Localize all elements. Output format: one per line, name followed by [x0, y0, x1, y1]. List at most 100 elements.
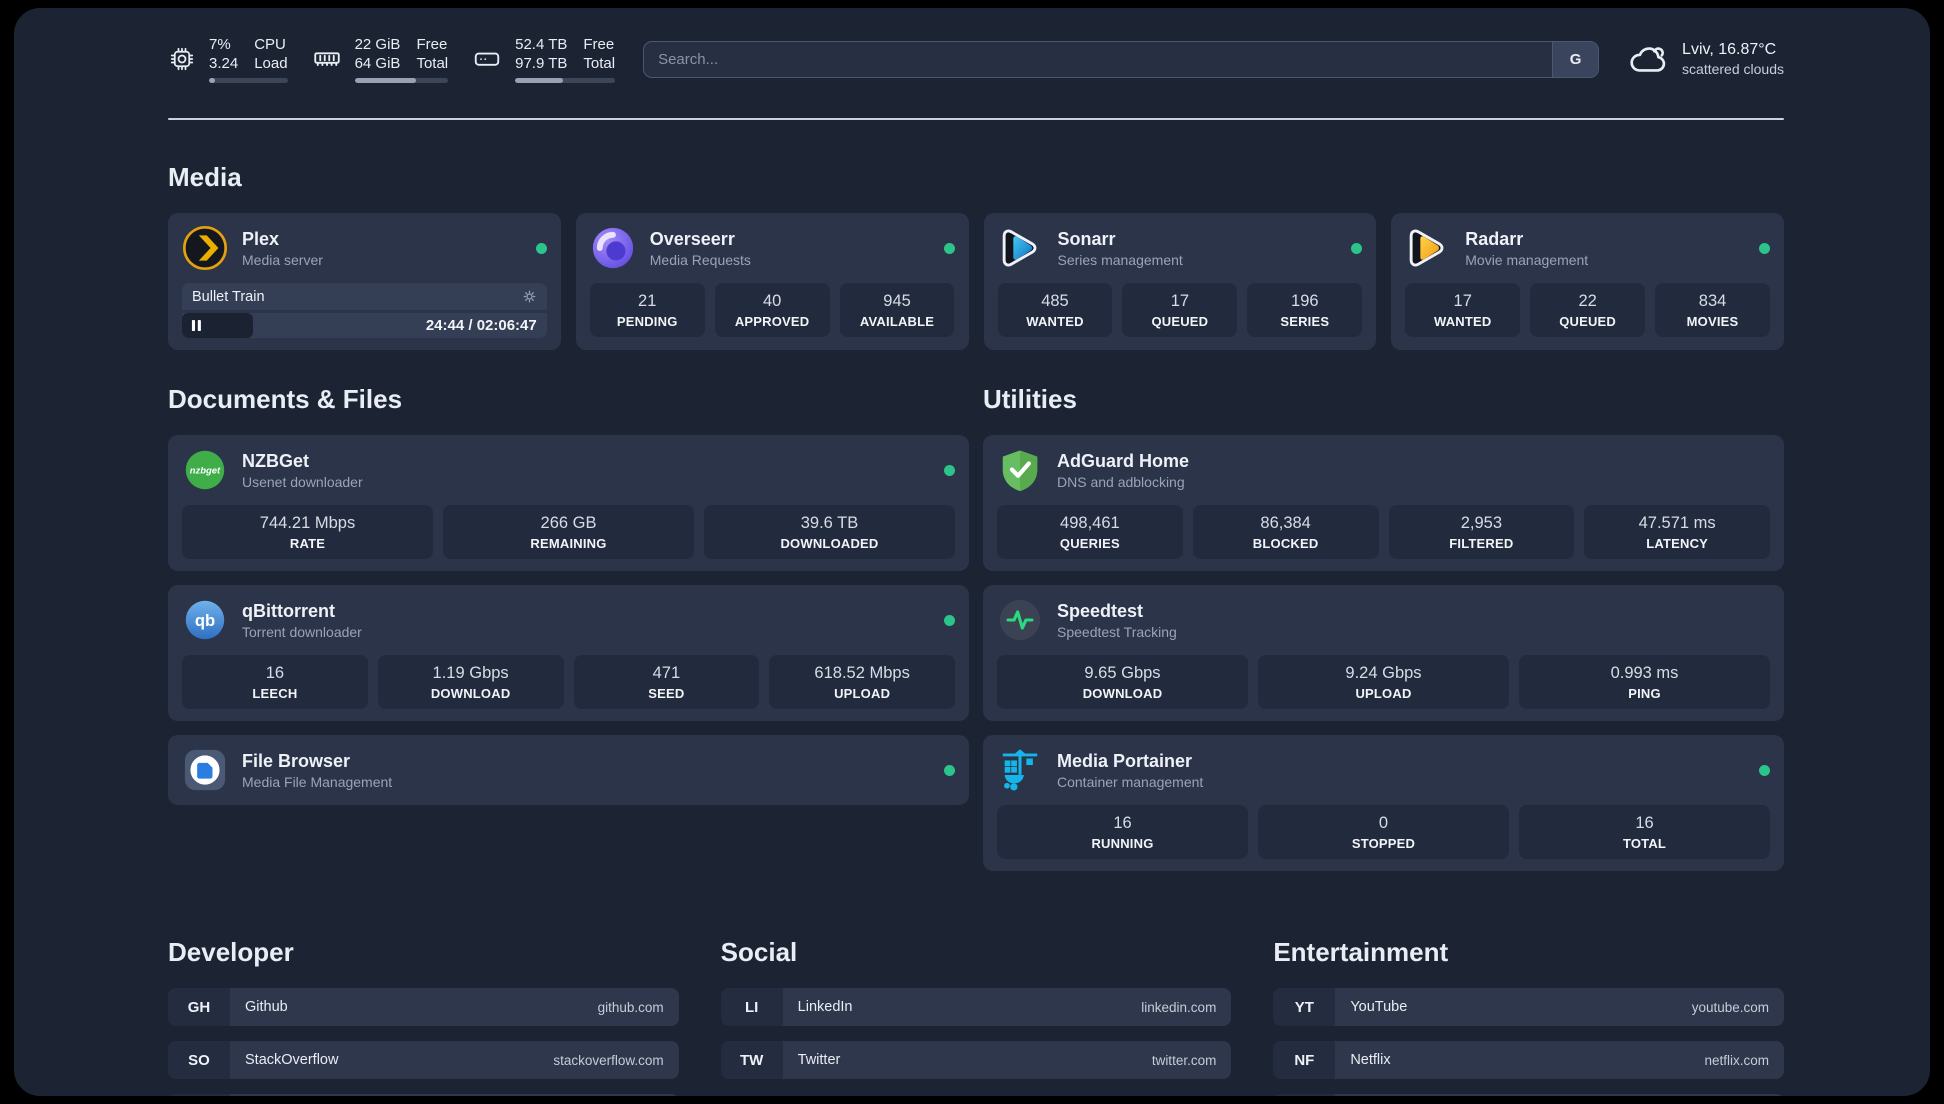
disk-stat: 52.4 TB 97.9 TB Free Total: [472, 35, 616, 83]
nzbget-icon: nzbget: [182, 447, 228, 493]
link-youtube[interactable]: YT YouTube youtube.com: [1273, 988, 1784, 1026]
ram-free-label: Free: [416, 36, 448, 53]
link-abbr: RE: [1273, 1094, 1336, 1096]
stat-box: 266 GB REMAINING: [443, 505, 694, 559]
stat-box: 471 SEED: [573, 655, 760, 709]
now-playing-widget: Bullet Train 24:44 / 02:06:47: [182, 283, 547, 338]
nzbget-card[interactable]: nzbget NZBGet Usenet downloader 744.21 M…: [168, 435, 969, 571]
svg-text:nzbget: nzbget: [190, 465, 221, 476]
ram-free-value: 22 GiB: [354, 36, 401, 53]
link-domain: linkedin.com: [1141, 999, 1217, 1015]
speedtest-card[interactable]: Speedtest Speedtest Tracking 9.65 Gbps DO…: [983, 585, 1784, 721]
screen-frame: 7% 3.24 CPU Load 22 GiB 64 GiB Free Tota…: [0, 0, 1944, 1104]
stat-box: 2,953 FILTERED: [1388, 505, 1575, 559]
link-name: Github: [245, 999, 288, 1015]
weather-widget: Lviv, 16.87°C scattered clouds: [1627, 38, 1784, 80]
app-name: Media Portainer: [1057, 751, 1193, 771]
stat-box: 9.24 Gbps UPLOAD: [1258, 655, 1509, 709]
portainer-icon: [997, 747, 1043, 793]
link-name: Twitter: [797, 1052, 841, 1068]
media-section-title: Media: [168, 162, 242, 192]
cpu-stat: 7% 3.24 CPU Load: [168, 35, 288, 83]
disk-free-label: Free: [583, 36, 615, 53]
stat-box: 86,384 BLOCKED: [1192, 505, 1379, 559]
stat-box: 22 QUEUED: [1530, 283, 1646, 337]
ram-progress-bar: [354, 78, 449, 83]
plex-card[interactable]: Plex Media server Bullet Train 24:44 / 0…: [168, 213, 561, 350]
link-domain: youtube.com: [1691, 999, 1769, 1015]
stat-box: 16 LEECH: [182, 655, 368, 709]
filebrowser-card[interactable]: File Browser Media File Management: [168, 735, 969, 805]
link-abbr: TW: [720, 1041, 783, 1079]
top-bar: 7% 3.24 CPU Load 22 GiB 64 GiB Free Tota…: [168, 34, 1784, 84]
app-name: AdGuard Home: [1057, 451, 1190, 471]
section-entertainment: Entertainment YT YouTube youtube.com NF …: [1273, 937, 1784, 1096]
stat-box: 0.993 ms PING: [1519, 655, 1770, 709]
stat-box: 498,461 QUERIES: [997, 505, 1183, 559]
disk-total-value: 97.9 TB: [515, 55, 568, 72]
link-domain: twitter.com: [1151, 1052, 1217, 1068]
link-name: StackOverflow: [245, 1052, 339, 1068]
system-stats: 7% 3.24 CPU Load 22 GiB 64 GiB Free Tota…: [168, 35, 616, 83]
qbittorrent-card[interactable]: qb qBittorrent Torrent downloader 16 LEEC…: [168, 585, 969, 721]
pause-icon: [191, 319, 202, 332]
link-linkedin[interactable]: LI LinkedIn linkedin.com: [720, 988, 1232, 1026]
sonarr-card[interactable]: Sonarr Series management 485 WANTED 17 QUE…: [983, 213, 1377, 350]
link-netflix[interactable]: NF Netflix netflix.com: [1273, 1041, 1784, 1079]
filebrowser-icon: [182, 747, 228, 793]
link-abbr: LI: [720, 988, 783, 1026]
stat-box: 744.21 Mbps RATE: [182, 505, 433, 559]
link-abbr: DT: [168, 1094, 230, 1096]
cpu-chip-icon: [168, 45, 196, 73]
utilities-section-title: Utilities: [983, 384, 1077, 414]
link-github[interactable]: GH Github github.com: [168, 988, 679, 1026]
section-documents: Documents & Files nzbget NZBGet Usenet d…: [168, 384, 969, 885]
app-description: Torrent downloader: [242, 624, 362, 640]
status-dot: [944, 764, 955, 776]
status-dot: [1351, 242, 1363, 254]
link-name: LinkedIn: [797, 999, 853, 1015]
ram-total-label: Total: [416, 55, 449, 72]
ram-icon: [312, 44, 342, 74]
link-stackoverflow[interactable]: SO StackOverflow stackoverflow.com: [168, 1041, 679, 1079]
link-reddit[interactable]: RE Reddit reddit.com: [1273, 1094, 1784, 1096]
adguard-card[interactable]: AdGuard Home DNS and adblocking 498,461 Q…: [983, 435, 1784, 571]
link-twitter[interactable]: TW Twitter twitter.com: [720, 1041, 1232, 1079]
search-input[interactable]: [644, 41, 1553, 77]
cpu-usage-value: 7%: [209, 36, 231, 53]
now-playing-title: Bullet Train: [192, 288, 265, 305]
app-description: Container management: [1057, 774, 1204, 790]
link-abbr: NF: [1273, 1041, 1336, 1079]
overseerr-card[interactable]: Overseerr Media Requests 21 PENDING 40 APP…: [575, 213, 969, 350]
section-utilities: Utilities AdGuard Home DNS and adblockin…: [983, 384, 1784, 885]
app-description: Usenet downloader: [242, 474, 363, 490]
app-name: NZBGet: [242, 451, 309, 471]
stat-box: 485 WANTED: [997, 283, 1113, 337]
weather-location: Lviv, 16.87°C: [1682, 41, 1777, 58]
header-divider: [168, 118, 1784, 120]
section-developer: Developer GH Github github.com SO StackO…: [168, 937, 679, 1096]
stat-box: 47.571 ms LATENCY: [1584, 505, 1770, 559]
link-abbr: SO: [168, 1041, 230, 1079]
gear-icon[interactable]: [522, 289, 537, 304]
ram-total-value: 64 GiB: [354, 55, 401, 72]
dashboard: 7% 3.24 CPU Load 22 GiB 64 GiB Free Tota…: [14, 8, 1930, 1096]
documents-section-title: Documents & Files: [168, 384, 403, 414]
link-dev[interactable]: DT DEV dev.to: [168, 1094, 679, 1096]
radarr-card[interactable]: Radarr Movie management 17 WANTED 22 QUEUE…: [1391, 213, 1784, 350]
app-description: Movie management: [1465, 252, 1589, 268]
section-social: Social LI LinkedIn linkedin.com TW Twitt…: [720, 937, 1232, 1094]
app-name: Overseerr: [649, 229, 735, 249]
portainer-card[interactable]: Media Portainer Container management 16 R…: [983, 735, 1784, 871]
stat-box: 945 AVAILABLE: [839, 283, 955, 337]
disk-total-label: Total: [583, 55, 616, 72]
stat-box: 196 SERIES: [1247, 283, 1363, 337]
search-engine-button[interactable]: G: [1552, 41, 1599, 77]
status-dot: [943, 242, 955, 254]
radarr-icon: [1405, 225, 1451, 271]
app-description: DNS and adblocking: [1057, 474, 1185, 490]
search-bar: G: [643, 40, 1600, 78]
adguard-icon: [997, 447, 1043, 493]
entertainment-section-title: Entertainment: [1273, 937, 1449, 967]
playback-progress-bar: 24:44 / 02:06:47: [182, 313, 547, 338]
